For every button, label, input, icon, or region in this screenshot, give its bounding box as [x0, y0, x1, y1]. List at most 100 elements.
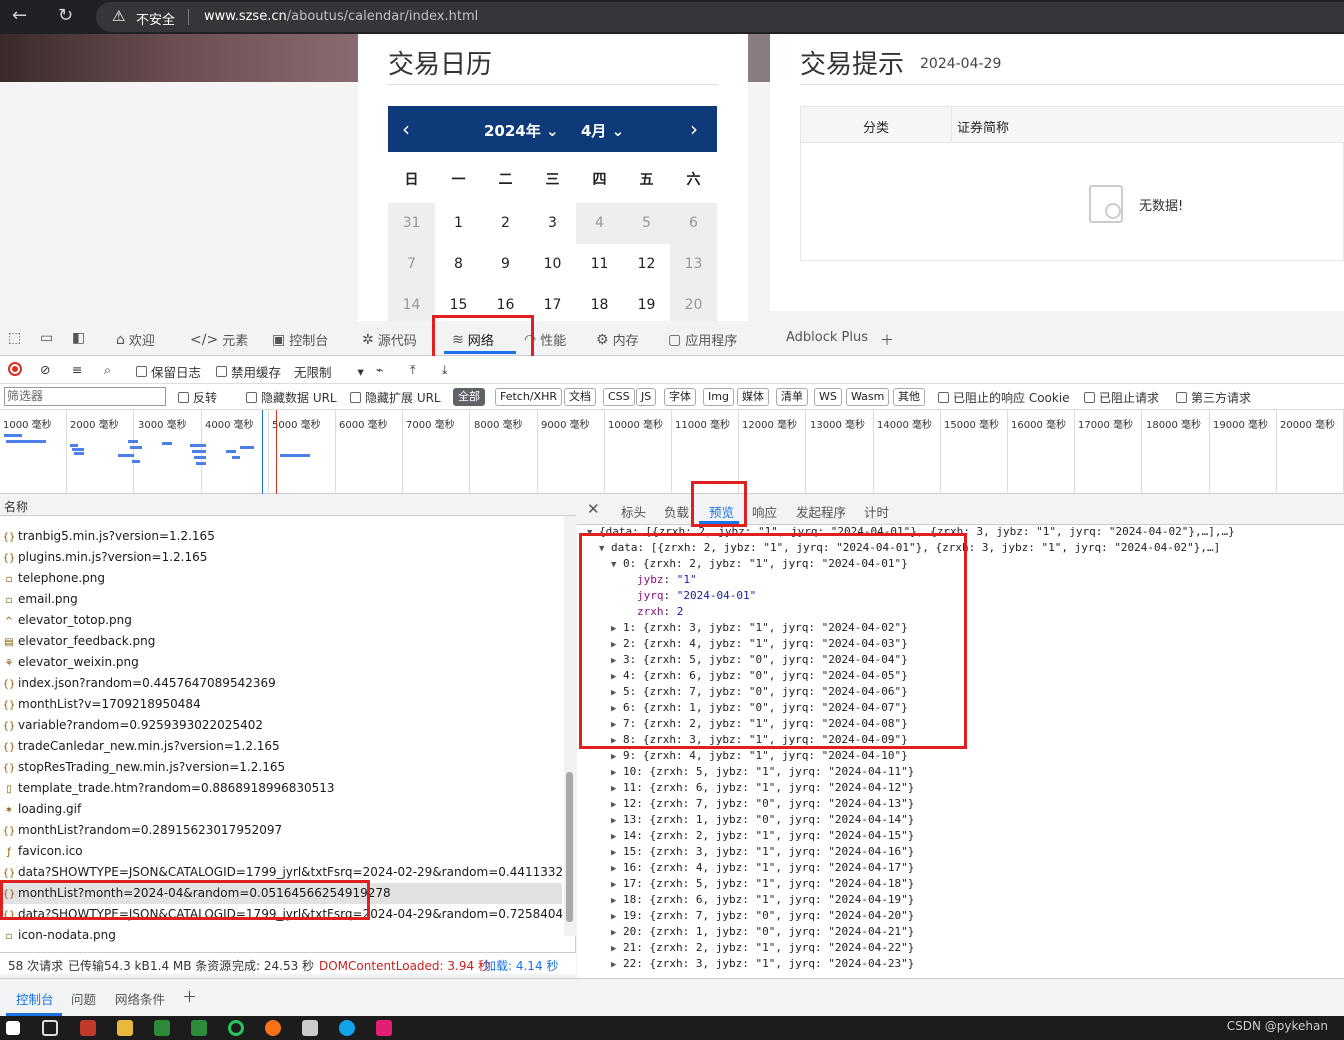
- json-item[interactable]: ▶ 3: {zrxh: 5, jybz: "0", jyrq: "2024-04-…: [611, 652, 908, 668]
- task-view-icon[interactable]: [42, 1020, 58, 1036]
- tab-welcome[interactable]: ⌂ 欢迎: [116, 330, 155, 350]
- drawer-tab-console[interactable]: 控制台: [16, 989, 54, 1008]
- expand-icon[interactable]: ▶: [611, 877, 623, 893]
- chip-doc[interactable]: 文档: [564, 388, 596, 406]
- month-select[interactable]: 4月 ⌄: [581, 120, 624, 141]
- throttle-select[interactable]: 无限制 ▾: [294, 362, 364, 381]
- scrollbar-thumb[interactable]: [566, 772, 573, 922]
- tab-headers[interactable]: 标头: [621, 502, 646, 521]
- search-icon[interactable]: ⌕: [104, 362, 111, 378]
- calendar-day[interactable]: 3: [529, 203, 576, 244]
- json-item[interactable]: ▶ 4: {zrxh: 6, jybz: "0", jyrq: "2024-04-…: [611, 668, 908, 684]
- calendar-day[interactable]: 17: [529, 285, 576, 326]
- json-item[interactable]: ▶ 7: {zrxh: 2, jybz: "1", jyrq: "2024-04-…: [611, 716, 908, 732]
- next-month-icon[interactable]: ›: [690, 117, 698, 141]
- disable-cache-checkbox[interactable]: 禁用缓存: [216, 362, 281, 381]
- chip-media[interactable]: 媒体: [737, 388, 769, 406]
- request-row[interactable]: {} variable?random=0.9259393022025402: [0, 715, 562, 736]
- chip-img[interactable]: Img: [703, 388, 734, 406]
- export-icon[interactable]: ⤓: [442, 362, 448, 378]
- expand-icon[interactable]: ▶: [611, 941, 623, 957]
- json-item[interactable]: ▶ 19: {zrxh: 7, jybz: "0", jyrq: "2024-04…: [611, 908, 914, 924]
- request-row[interactable]: {} monthList?month=2024-04&random=0.05164…: [0, 883, 562, 904]
- json-field[interactable]: jybz: "1": [637, 572, 697, 588]
- expand-icon[interactable]: ▶: [611, 653, 623, 669]
- add-tab-icon[interactable]: ＋: [182, 986, 197, 1007]
- tab-timing[interactable]: 计时: [864, 502, 889, 521]
- request-row[interactable]: {} data?SHOWTYPE=JSON&CATALOGID=1799_jyrl…: [0, 862, 562, 883]
- tab-initiator[interactable]: 发起程序: [796, 502, 846, 521]
- json-item[interactable]: ▶ 17: {zrxh: 5, jybz: "1", jyrq: "2024-04…: [611, 876, 914, 892]
- refresh-app-icon[interactable]: [228, 1020, 244, 1036]
- request-row[interactable]: ✶ loading.gif: [0, 799, 562, 820]
- expand-icon[interactable]: ▶: [611, 717, 623, 733]
- request-row[interactable]: ▫ email.png: [0, 589, 562, 610]
- expand-icon[interactable]: ▶: [611, 781, 623, 797]
- hide-ext-url-checkbox[interactable]: 隐藏扩展 URL: [350, 389, 441, 406]
- drawer-tab-network-conditions[interactable]: 网络条件: [115, 989, 165, 1008]
- invert-checkbox[interactable]: 反转: [178, 389, 217, 406]
- tab-performance[interactable]: ◠ 性能: [524, 330, 566, 350]
- filter-input[interactable]: 筛选器: [4, 387, 166, 406]
- request-row[interactable]: ⚘ elevator_weixin.png: [0, 652, 562, 673]
- hide-data-url-checkbox[interactable]: 隐藏数据 URL: [246, 389, 337, 406]
- expand-icon[interactable]: ▶: [611, 765, 623, 781]
- request-row[interactable]: {} plugins.min.js?version=1.2.165: [0, 547, 562, 568]
- expand-icon[interactable]: ▶: [611, 701, 623, 717]
- firefox-icon[interactable]: [265, 1020, 281, 1036]
- calendar-day[interactable]: 13: [670, 244, 717, 285]
- calendar-day[interactable]: 19: [623, 285, 670, 326]
- request-row[interactable]: {} stopResTrading_new.min.js?version=1.2.…: [0, 757, 562, 778]
- calendar-day[interactable]: 31: [388, 203, 435, 244]
- app-h-icon[interactable]: [154, 1020, 170, 1036]
- tab-memory[interactable]: ⚙ 内存: [596, 330, 639, 350]
- year-select[interactable]: 2024年 ⌄: [484, 120, 559, 141]
- json-item[interactable]: ▶ 1: {zrxh: 3, jybz: "1", jyrq: "2024-04-…: [611, 620, 908, 636]
- json-root[interactable]: ▼ {data: [{zrxh: 2, jybz: "1", jyrq: "202…: [587, 526, 1235, 540]
- expand-icon[interactable]: ▶: [611, 637, 623, 653]
- json-item[interactable]: ▶ 12: {zrxh: 7, jybz: "0", jyrq: "2024-04…: [611, 796, 914, 812]
- json-item[interactable]: ▶ 5: {zrxh: 7, jybz: "0", jyrq: "2024-04-…: [611, 684, 908, 700]
- tab-preview[interactable]: 预览: [709, 502, 734, 521]
- chip-manifest[interactable]: 清单: [776, 388, 808, 406]
- json-field[interactable]: zrxh: 2: [637, 604, 683, 620]
- json-item[interactable]: ▶ 15: {zrxh: 3, jybz: "1", jyrq: "2024-04…: [611, 844, 914, 860]
- app-icon[interactable]: [376, 1020, 392, 1036]
- terminal-icon[interactable]: [302, 1020, 318, 1036]
- tab-payload[interactable]: 负载: [664, 502, 689, 521]
- calendar-day[interactable]: 10: [529, 244, 576, 285]
- inspect-icon[interactable]: ⬚: [8, 330, 21, 346]
- timeline-overview[interactable]: 1000 毫秒 2000 毫秒 3000 毫秒 4000 毫秒 5000 毫秒 6000 …: [0, 410, 1344, 494]
- calendar-day[interactable]: 15: [435, 285, 482, 326]
- json-item[interactable]: ▶ 9: {zrxh: 4, jybz: "1", jyrq: "2024-04-…: [611, 748, 908, 764]
- request-row[interactable]: ƒ favicon.ico: [0, 841, 562, 862]
- expand-icon[interactable]: ▶: [611, 845, 623, 861]
- json-item[interactable]: ▶ 20: {zrxh: 1, jybz: "0", jyrq: "2024-04…: [611, 924, 914, 940]
- calendar-day[interactable]: 8: [435, 244, 482, 285]
- preserve-log-checkbox[interactable]: 保留日志: [136, 362, 201, 381]
- expand-icon[interactable]: ▶: [611, 669, 623, 685]
- request-row[interactable]: {} data?SHOWTYPE=JSON&CATALOGID=1799_jyrl…: [0, 904, 562, 925]
- network-conditions-icon[interactable]: ⌁: [376, 362, 384, 377]
- expand-icon[interactable]: ▶: [611, 829, 623, 845]
- url-text[interactable]: www.szse.cn/aboutus/calendar/index.html: [204, 9, 478, 24]
- request-row[interactable]: ▫ icon-nodata.png: [0, 925, 562, 946]
- record-icon[interactable]: [8, 362, 22, 376]
- calendar-day[interactable]: 12: [623, 244, 670, 285]
- expand-icon[interactable]: ▶: [611, 813, 623, 829]
- chip-css[interactable]: CSS: [603, 388, 635, 406]
- calendar-day[interactable]: 7: [388, 244, 435, 285]
- expand-icon[interactable]: ▶: [611, 893, 623, 909]
- request-row[interactable]: {} tranbig5.min.js?version=1.2.165: [0, 526, 562, 547]
- chip-fetch-xhr[interactable]: Fetch/XHR: [495, 388, 562, 406]
- third-party-checkbox[interactable]: 第三方请求: [1176, 389, 1251, 406]
- tab-sources[interactable]: ✲ 源代码: [362, 330, 417, 350]
- chip-all[interactable]: 全部: [453, 388, 485, 406]
- address-bar[interactable]: ⚠ 不安全 www.szse.cn/aboutus/calendar/index…: [96, 2, 1344, 32]
- tab-application[interactable]: ▢ 应用程序: [668, 330, 737, 350]
- expand-icon[interactable]: ▶: [611, 861, 623, 877]
- json-item[interactable]: ▶ 2: {zrxh: 4, jybz: "1", jyrq: "2024-04-…: [611, 636, 908, 652]
- expand-icon[interactable]: ▶: [611, 925, 623, 941]
- request-row[interactable]: {} monthList?random=0.28915623017952097: [0, 820, 562, 841]
- tab-response[interactable]: 响应: [752, 502, 777, 521]
